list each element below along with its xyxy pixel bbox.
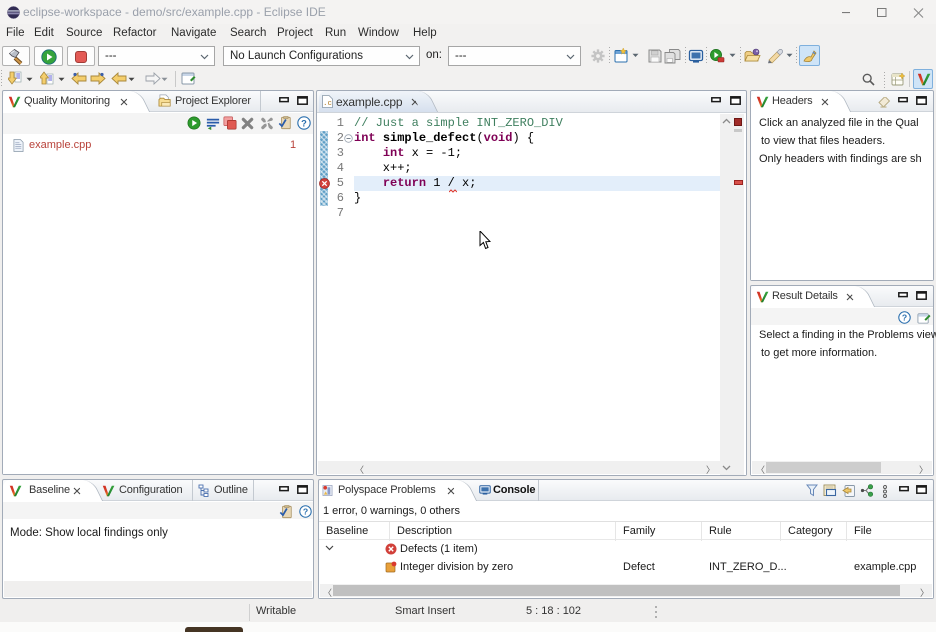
svg-text:?: ? <box>301 118 307 128</box>
svg-text:?: ? <box>902 313 907 323</box>
svg-text:?: ? <box>303 507 308 517</box>
svg-text:.c: .c <box>323 100 332 108</box>
